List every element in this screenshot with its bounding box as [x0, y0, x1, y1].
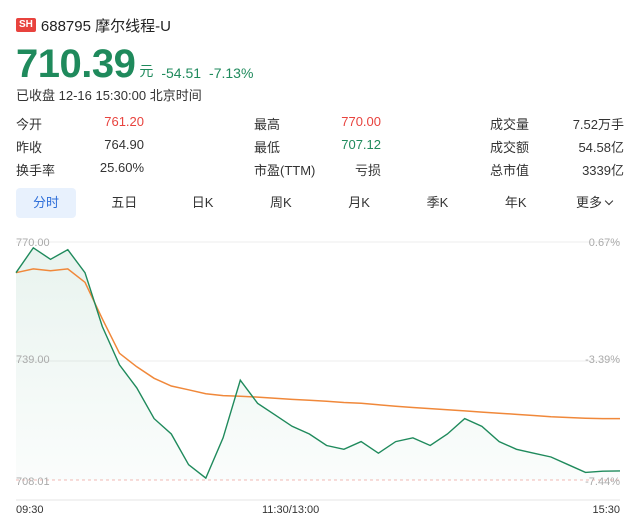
- tab-intraday[interactable]: 分时: [16, 188, 76, 218]
- stats-row: 昨收 764.90 最低 707.12 成交额 54.58亿: [16, 133, 624, 156]
- tab-more[interactable]: 更多: [564, 188, 624, 218]
- tab-label: 日K: [191, 195, 214, 210]
- stat-value-low: 707.12: [341, 137, 381, 152]
- current-price: 710.39: [16, 42, 136, 86]
- tab-weekly-k[interactable]: 周K: [251, 188, 311, 218]
- stat-value-turnover-amount: 54.58亿: [578, 140, 624, 155]
- stat-value-volume: 7.52万手: [572, 117, 624, 132]
- intraday-chart[interactable]: 770.00 739.00 708.01 0.67% -3.39% -7.44%…: [0, 228, 640, 529]
- stat-label-market-cap: 总市值: [490, 163, 530, 178]
- tab-label: 季K: [426, 195, 449, 210]
- market-status: 已收盘 12-16 15:30:00 北京时间: [16, 88, 202, 103]
- stat-value-prev-close: 764.90: [104, 137, 144, 152]
- chevron-down-icon: [604, 196, 614, 206]
- pct-label-bottom: -7.44%: [585, 476, 620, 488]
- stat-label-turnover-rate: 换手率: [16, 163, 56, 178]
- price-unit: 元: [139, 63, 154, 79]
- x-label-open: 09:30: [16, 504, 44, 516]
- stat-label-volume: 成交量: [490, 117, 530, 132]
- stat-label-low: 最低: [254, 140, 281, 155]
- stat-value-market-cap: 3339亿: [582, 163, 624, 178]
- stat-value-high: 770.00: [341, 114, 381, 129]
- tab-monthly-k[interactable]: 月K: [329, 188, 389, 218]
- pct-label-top: 0.67%: [588, 237, 620, 249]
- tab-label: 年K: [504, 195, 527, 210]
- stat-value-open: 761.20: [104, 114, 144, 129]
- tab-label: 分时: [32, 195, 59, 210]
- pct-label-mid: -3.39%: [585, 354, 620, 366]
- tab-five-day[interactable]: 五日: [94, 188, 154, 218]
- stat-value-pe: 亏损: [354, 163, 381, 178]
- tab-label: 更多: [575, 195, 602, 210]
- y-label-mid: 739.00: [16, 354, 50, 366]
- tab-label: 月K: [348, 195, 370, 210]
- stat-value-turnover-rate: 25.60%: [99, 160, 144, 175]
- stat-label-open: 今开: [16, 117, 43, 132]
- stat-label-pe: 市盈(TTM): [254, 163, 316, 178]
- tab-label: 周K: [270, 195, 292, 210]
- market-badge: SH: [16, 18, 36, 32]
- tab-quarterly-k[interactable]: 季K: [407, 188, 467, 218]
- chart-canvas: [15, 241, 621, 501]
- stat-label-prev-close: 昨收: [16, 140, 43, 155]
- stats-grid: 今开 761.20 最高 770.00 成交量 7.52万手 昨收 764.90…: [16, 110, 624, 179]
- stat-label-turnover-amount: 成交额: [490, 140, 530, 155]
- x-label-midday: 11:30/13:00: [262, 504, 320, 516]
- tab-daily-k[interactable]: 日K: [173, 188, 233, 218]
- stats-row: 今开 761.20 最高 770.00 成交量 7.52万手: [16, 110, 624, 133]
- tab-yearly-k[interactable]: 年K: [486, 188, 546, 218]
- price-change-percent: -7.13%: [209, 65, 254, 81]
- price-change: -54.51: [161, 65, 202, 81]
- tab-label: 五日: [111, 195, 138, 210]
- y-label-bottom: 708.01: [16, 476, 50, 488]
- stock-header: SH 688795 摩尔线程-U: [16, 16, 171, 35]
- y-label-top: 770.00: [16, 237, 50, 249]
- stat-label-high: 最高: [254, 117, 281, 132]
- price-area: [16, 247, 620, 480]
- stock-title: 688795 摩尔线程-U: [40, 17, 171, 35]
- stats-row: 换手率 25.60% 市盈(TTM) 亏损 总市值 3339亿: [16, 156, 624, 179]
- price-row: 710.39 元 -54.51 -7.13%: [16, 38, 253, 84]
- x-label-close: 15:30: [592, 504, 620, 516]
- chart-period-tabs: 分时 五日 日K 周K 月K 季K 年K 更多: [16, 188, 624, 218]
